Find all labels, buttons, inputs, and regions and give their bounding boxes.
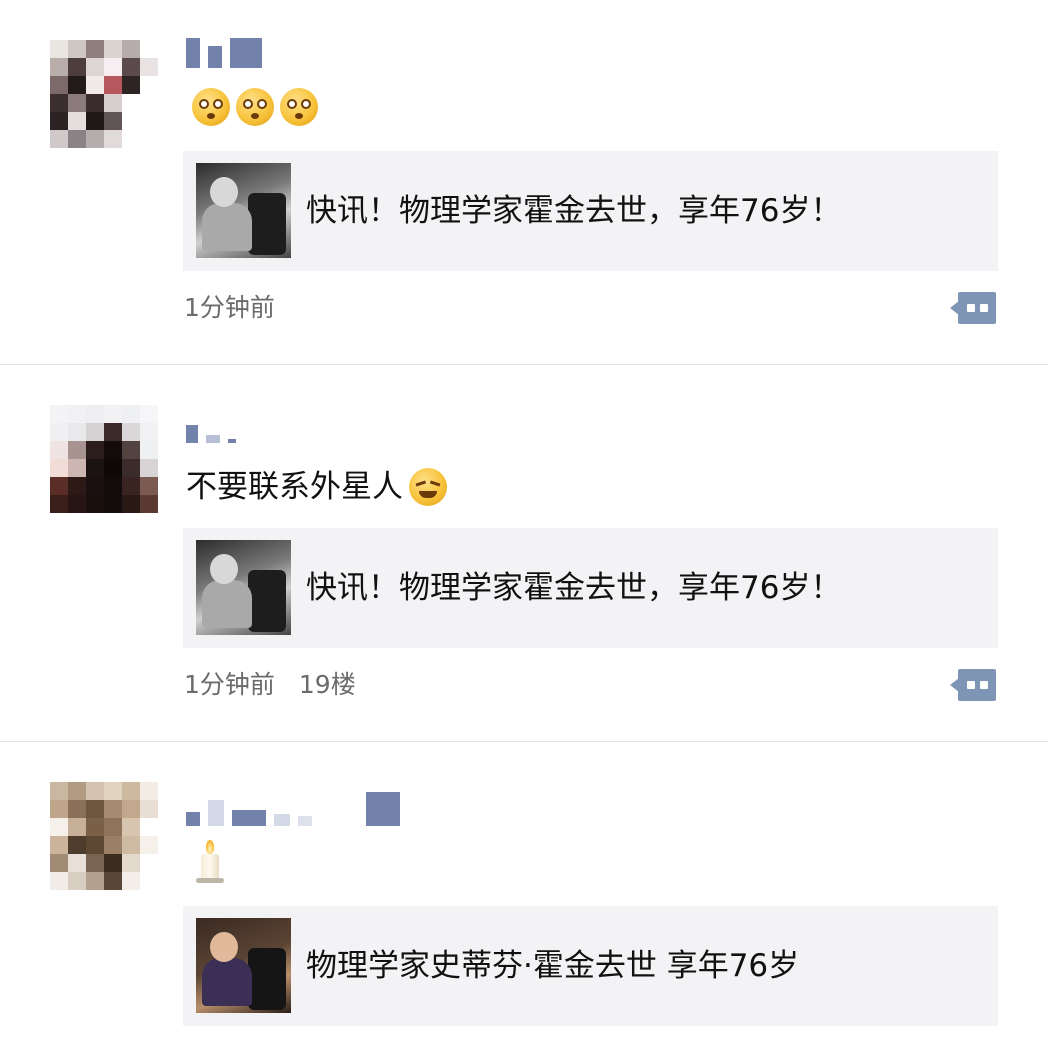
- post-2: 不要联系外星人 快讯！物理学家霍金去世，享年76岁！ 1分钟前 19楼: [0, 365, 1048, 741]
- avatar-pixelated[interactable]: [50, 782, 158, 890]
- squint-cry-face-emoji-icon: [409, 468, 447, 506]
- post-floor: 19楼: [298, 670, 356, 699]
- post-meta: 1分钟前 19楼: [184, 669, 356, 701]
- username-blurred[interactable]: [186, 403, 236, 443]
- post-text: [186, 840, 228, 884]
- shocked-face-emoji-icon: [236, 88, 274, 126]
- candle-icon: [192, 840, 228, 884]
- post-time: 1分钟前: [184, 670, 275, 699]
- comment-icon[interactable]: [950, 292, 996, 324]
- post-1: 快讯！物理学家霍金去世，享年76岁！ 1分钟前: [0, 0, 1048, 364]
- link-title: 快讯！物理学家霍金去世，享年76岁！: [306, 570, 842, 606]
- shared-link-card[interactable]: 快讯！物理学家霍金去世，享年76岁！: [183, 151, 998, 271]
- avatar-pixelated[interactable]: [50, 40, 158, 148]
- post-meta: 1分钟前: [184, 292, 275, 324]
- link-thumbnail: [196, 163, 291, 258]
- post-time: 1分钟前: [184, 293, 275, 322]
- link-title: 快讯！物理学家霍金去世，享年76岁！: [306, 193, 842, 229]
- shocked-face-emoji-icon: [280, 88, 318, 126]
- post-text-content: 不要联系外星人: [186, 469, 403, 505]
- link-thumbnail: [196, 918, 291, 1013]
- comment-icon[interactable]: [950, 669, 996, 701]
- shocked-face-emoji-icon: [192, 88, 230, 126]
- link-thumbnail: [196, 540, 291, 635]
- avatar-pixelated[interactable]: [50, 405, 158, 513]
- username-blurred[interactable]: [186, 28, 262, 68]
- username-blurred[interactable]: [186, 786, 400, 826]
- link-title: 物理学家史蒂芬·霍金去世 享年76岁: [306, 948, 800, 984]
- post-text: [186, 88, 318, 126]
- post-3: 物理学家史蒂芬·霍金去世 享年76岁: [0, 742, 1048, 1052]
- post-text: 不要联系外星人: [186, 467, 447, 507]
- shared-link-card[interactable]: 快讯！物理学家霍金去世，享年76岁！: [183, 528, 998, 648]
- shared-link-card[interactable]: 物理学家史蒂芬·霍金去世 享年76岁: [183, 906, 998, 1026]
